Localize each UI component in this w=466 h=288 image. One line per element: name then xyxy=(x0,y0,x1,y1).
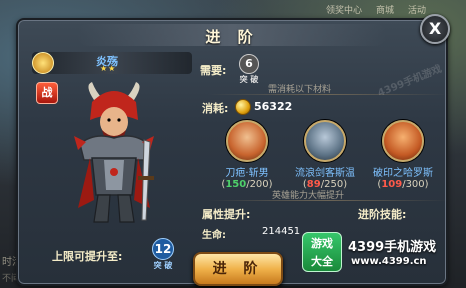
brand-name: 4399手机游戏 xyxy=(348,240,437,255)
material-portrait xyxy=(382,120,424,162)
material-owned: 109 xyxy=(381,179,403,190)
material-portrait xyxy=(304,120,346,162)
material-progress: (109/300) xyxy=(377,179,429,190)
hero-quality-icon xyxy=(32,52,54,74)
gold-coin-icon xyxy=(235,99,251,115)
brand-url: www.4399.cn xyxy=(351,256,427,267)
hero-stars: ★★ xyxy=(100,64,117,73)
material-owned: 150 xyxy=(225,179,247,190)
divider xyxy=(208,200,448,201)
material-portrait xyxy=(226,120,268,162)
limit-value: 12 xyxy=(152,238,174,260)
material-item[interactable]: 刀疤·斩男 (150/200) xyxy=(210,120,284,190)
skill-label: 进阶技能: xyxy=(358,208,407,221)
material-item[interactable]: 流浪剑客斯温 (89/250) xyxy=(288,120,362,190)
close-button[interactable]: X xyxy=(420,14,450,44)
material-required: /300 xyxy=(402,179,425,190)
advance-button[interactable]: 进 阶 xyxy=(193,252,283,286)
attribute-label: 属性提升: xyxy=(202,208,251,221)
logo-line1: 游戏 xyxy=(311,237,333,250)
material-name: 破印之哈罗斯 xyxy=(373,168,433,179)
divider xyxy=(208,94,448,95)
attribute-name: 生命: xyxy=(202,230,226,241)
logo-line2: 大全 xyxy=(311,255,333,268)
hero-name-bar: 炎殇 ★★ xyxy=(32,52,192,74)
requirement-badge: 6 突 破 xyxy=(236,54,262,85)
material-name: 刀疤·斩男 xyxy=(225,168,269,179)
hero-card: 炎殇 ★★ 战 上限可提升至: 12 突 破 xyxy=(32,52,192,270)
limit-badge: 12 突 破 xyxy=(150,238,176,270)
dialog-title: 进 阶 xyxy=(205,28,259,46)
bg-menu-item: 活动 xyxy=(407,5,426,16)
background-top-menu: 领奖中心 商城 活动 xyxy=(326,0,426,18)
game-logo: 游戏 大全 xyxy=(302,232,342,272)
hero-portrait xyxy=(74,82,154,223)
material-item[interactable]: 破印之哈罗斯 (109/300) xyxy=(366,120,440,190)
requirement-unit: 突 破 xyxy=(239,75,259,84)
material-name: 流浪剑客斯温 xyxy=(295,168,355,179)
material-required: /200 xyxy=(246,179,269,190)
hero-class-badge: 战 xyxy=(36,82,58,104)
bg-menu-item: 领奖中心 xyxy=(325,5,362,16)
cost-value: 56322 xyxy=(254,100,293,113)
bg-menu-item: 商城 xyxy=(375,5,394,16)
limit-unit: 突 破 xyxy=(153,261,173,270)
attribute-value: 214451 xyxy=(262,226,301,237)
requirement-value: 6 xyxy=(239,54,259,74)
limit-label: 上限可提升至: xyxy=(52,250,123,263)
requirement-label: 需要: xyxy=(200,64,227,77)
cost-label: 消耗: xyxy=(202,102,229,115)
